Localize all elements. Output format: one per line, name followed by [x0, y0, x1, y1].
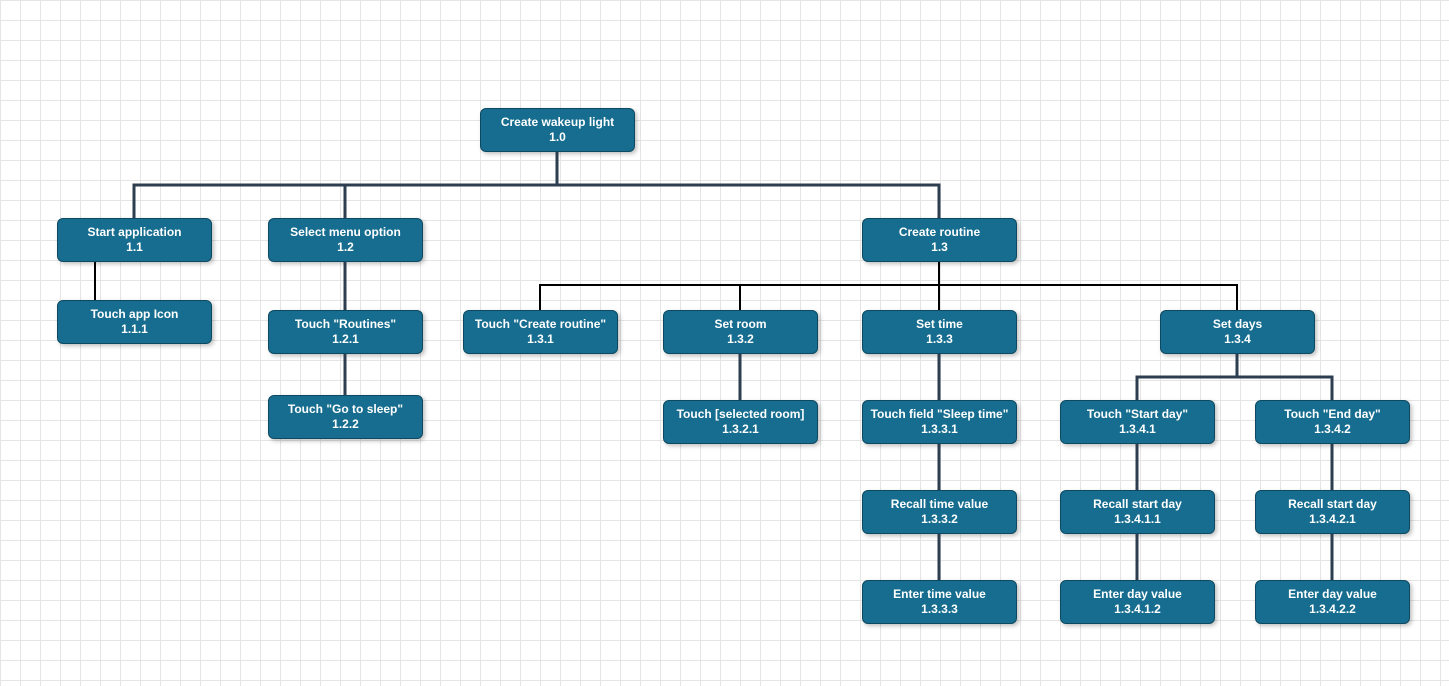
node-title: Recall start day: [1093, 497, 1182, 512]
node-touch-end-day[interactable]: Touch "End day" 1.3.4.2: [1255, 400, 1410, 444]
node-recall-time-value[interactable]: Recall time value 1.3.3.2: [862, 490, 1017, 534]
node-title: Touch "Routines": [295, 317, 396, 332]
node-start-application[interactable]: Start application 1.1: [57, 218, 212, 262]
node-title: Set days: [1213, 317, 1262, 332]
node-touch-create-routine[interactable]: Touch "Create routine" 1.3.1: [463, 310, 618, 354]
node-title: Touch app Icon: [91, 307, 179, 322]
node-number: 1.3.2: [727, 332, 754, 347]
node-title: Enter day value: [1093, 587, 1182, 602]
node-title: Recall time value: [891, 497, 988, 512]
node-number: 1.3.3: [926, 332, 953, 347]
node-touch-selected-room[interactable]: Touch [selected room] 1.3.2.1: [663, 400, 818, 444]
node-set-room[interactable]: Set room 1.3.2: [663, 310, 818, 354]
node-title: Select menu option: [290, 225, 401, 240]
node-set-time[interactable]: Set time 1.3.3: [862, 310, 1017, 354]
node-number: 1.0: [549, 130, 566, 145]
node-title: Touch "Start day": [1087, 407, 1188, 422]
node-number: 1.3.3.2: [921, 512, 958, 527]
node-number: 1.1: [126, 240, 143, 255]
node-number: 1.2.2: [332, 417, 359, 432]
node-title: Enter time value: [893, 587, 986, 602]
node-number: 1.3.4.2: [1314, 422, 1351, 437]
node-number: 1.3.4: [1224, 332, 1251, 347]
node-number: 1.3.3.3: [921, 602, 958, 617]
node-recall-start-day-2[interactable]: Recall start day 1.3.4.2.1: [1255, 490, 1410, 534]
diagram-canvas: { "colors": { "node_fill": "#176D8F", "e…: [0, 0, 1449, 686]
node-number: 1.3.4.2.2: [1309, 602, 1356, 617]
node-number: 1.3.4.1.2: [1114, 602, 1161, 617]
node-create-wakeup-light[interactable]: Create wakeup light 1.0: [480, 108, 635, 152]
node-recall-start-day-1[interactable]: Recall start day 1.3.4.1.1: [1060, 490, 1215, 534]
node-number: 1.2: [337, 240, 354, 255]
node-touch-app-icon[interactable]: Touch app Icon 1.1.1: [57, 300, 212, 344]
node-touch-routines[interactable]: Touch "Routines" 1.2.1: [268, 310, 423, 354]
node-number: 1.3.4.1: [1119, 422, 1156, 437]
node-title: Set time: [916, 317, 963, 332]
node-number: 1.3: [931, 240, 948, 255]
node-title: Touch "Create routine": [475, 317, 606, 332]
node-number: 1.3.1: [527, 332, 554, 347]
node-title: Start application: [87, 225, 181, 240]
node-create-routine[interactable]: Create routine 1.3: [862, 218, 1017, 262]
node-title: Touch [selected room]: [677, 407, 805, 422]
node-number: 1.3.4.2.1: [1309, 512, 1356, 527]
node-title: Create routine: [899, 225, 980, 240]
node-title: Enter day value: [1288, 587, 1377, 602]
node-set-days[interactable]: Set days 1.3.4: [1160, 310, 1315, 354]
node-enter-time-value[interactable]: Enter time value 1.3.3.3: [862, 580, 1017, 624]
node-touch-start-day[interactable]: Touch "Start day" 1.3.4.1: [1060, 400, 1215, 444]
node-title: Set room: [714, 317, 766, 332]
node-title: Touch field "Sleep time": [871, 407, 1009, 422]
node-title: Touch "End day": [1284, 407, 1381, 422]
node-number: 1.2.1: [332, 332, 359, 347]
node-number: 1.3.2.1: [722, 422, 759, 437]
node-enter-day-value-2[interactable]: Enter day value 1.3.4.2.2: [1255, 580, 1410, 624]
node-number: 1.3.3.1: [921, 422, 958, 437]
node-title: Touch "Go to sleep": [288, 402, 403, 417]
node-select-menu-option[interactable]: Select menu option 1.2: [268, 218, 423, 262]
node-number: 1.1.1: [121, 322, 148, 337]
node-title: Recall start day: [1288, 497, 1377, 512]
node-enter-day-value-1[interactable]: Enter day value 1.3.4.1.2: [1060, 580, 1215, 624]
node-number: 1.3.4.1.1: [1114, 512, 1161, 527]
node-touch-sleep-time[interactable]: Touch field "Sleep time" 1.3.3.1: [862, 400, 1017, 444]
node-touch-go-to-sleep[interactable]: Touch "Go to sleep" 1.2.2: [268, 395, 423, 439]
node-title: Create wakeup light: [501, 115, 614, 130]
